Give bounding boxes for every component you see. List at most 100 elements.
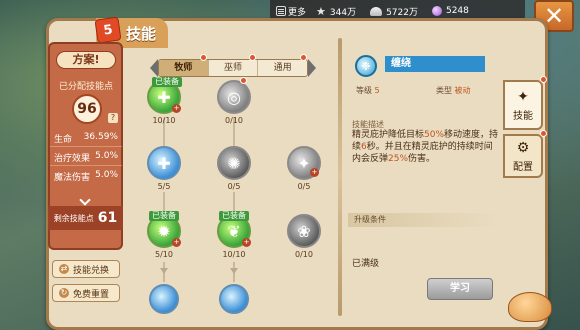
level-value: 5 bbox=[374, 86, 380, 95]
side-tab-skill[interactable]: ✦ 技能 bbox=[503, 80, 543, 130]
desc-text: 伤害。 bbox=[408, 154, 436, 164]
desc-highlight: 25% bbox=[388, 154, 409, 164]
tab-general[interactable]: 通用 bbox=[258, 60, 307, 76]
skill-level: 0/5 bbox=[297, 182, 311, 191]
stat-label: 魔法伤害 bbox=[54, 173, 91, 183]
panel-divider bbox=[338, 38, 342, 316]
divider bbox=[50, 146, 122, 147]
skill-level: 0/10 bbox=[225, 116, 243, 125]
notification-dot bbox=[540, 76, 547, 83]
class-tabs: 牧师 巫师 通用 bbox=[158, 59, 308, 77]
shell-icon bbox=[370, 6, 383, 16]
desc-text: 精灵庇护降低目标 bbox=[352, 130, 425, 140]
notification-dot bbox=[300, 54, 307, 61]
skill-node-2[interactable]: ◎ bbox=[217, 80, 251, 114]
ring-icon: ◎ bbox=[227, 87, 241, 107]
notification-dot bbox=[240, 77, 247, 84]
level-label: 等级 bbox=[356, 86, 372, 95]
tree-arrow bbox=[230, 268, 238, 274]
reset-icon: ↻ bbox=[59, 288, 69, 298]
skill-node-8[interactable]: ❀ bbox=[287, 214, 321, 248]
shell-value: 5722万 bbox=[386, 7, 418, 18]
skill-level-info: 等级 5 bbox=[356, 85, 380, 96]
burst-icon: ✦ bbox=[297, 153, 311, 173]
divider bbox=[50, 165, 122, 166]
reset-label: 免费重置 bbox=[73, 289, 110, 300]
allotted-label: 已分配技能点 bbox=[58, 82, 113, 92]
scheme-button[interactable]: 方案! bbox=[56, 51, 116, 69]
allotted-points: 96 bbox=[72, 94, 102, 124]
config-tab-icon: ⚙ bbox=[516, 139, 530, 156]
coin-value: 344万 bbox=[329, 7, 357, 18]
shell-counter: 5722万 bbox=[370, 5, 418, 18]
heal-plus-icon: ✚ bbox=[157, 87, 171, 107]
skill-level: 5/10 bbox=[155, 250, 173, 259]
side-tab-label: 配置 bbox=[513, 161, 533, 173]
coin-counter: ★ 344万 bbox=[316, 5, 356, 18]
free-reset-button[interactable]: ↻ 免费重置 bbox=[52, 284, 120, 302]
upgrade-condition-title: 升级条件 bbox=[348, 213, 498, 227]
skill-detail-icon: ❉ bbox=[355, 55, 377, 77]
more-label: 更多 bbox=[288, 7, 307, 18]
silhouette-icon: ✹ bbox=[157, 221, 171, 241]
stat-magic: 魔法伤害 5.0% bbox=[52, 170, 120, 183]
remaining-label: 剩余技能点 bbox=[53, 213, 94, 223]
more-button[interactable]: 更多 bbox=[276, 5, 306, 18]
desc-highlight: 50% bbox=[424, 130, 445, 140]
exchange-label: 技能兑换 bbox=[73, 265, 110, 276]
help-icon[interactable]: ? bbox=[108, 113, 118, 123]
stat-value: 5.0% bbox=[95, 151, 118, 161]
equipped-tag: 已装备 bbox=[219, 211, 249, 221]
stat-label: 生命 bbox=[54, 135, 73, 145]
tree-arrow bbox=[160, 268, 168, 274]
equipped-tag: 已装备 bbox=[152, 77, 182, 87]
remaining-value: 61 bbox=[97, 210, 118, 226]
stat-value: 5.0% bbox=[95, 170, 118, 180]
tab-priest[interactable]: 牧师 bbox=[159, 60, 209, 76]
menu-icon bbox=[276, 6, 286, 16]
max-level-text: 已满级 bbox=[352, 259, 380, 269]
upgrade-plus-icon: + bbox=[310, 168, 319, 177]
remaining-points: 剩余技能点 61 bbox=[48, 206, 123, 230]
title-badge: 5 bbox=[94, 16, 122, 44]
stat-heal: 治疗效果 5.0% bbox=[52, 151, 120, 164]
notification-dot bbox=[540, 130, 547, 137]
notification-dot bbox=[200, 54, 207, 61]
tree-link bbox=[163, 192, 165, 212]
side-tab-label: 技能 bbox=[513, 110, 533, 122]
tornado-icon: ✺ bbox=[227, 153, 241, 173]
flower-icon: ❀ bbox=[297, 221, 311, 241]
upgrade-plus-icon: + bbox=[172, 104, 181, 113]
skill-node-9[interactable] bbox=[149, 284, 179, 314]
gem-value: 5248 bbox=[445, 6, 469, 16]
notification-dot bbox=[249, 54, 256, 61]
stat-value: 36.59% bbox=[83, 132, 118, 142]
gem-icon bbox=[431, 6, 442, 16]
tree-link bbox=[233, 192, 235, 212]
pet-mascot bbox=[508, 292, 552, 322]
skill-description: 精灵庇护降低目标50%移动速度，持续6秒。并且在精灵庇护的持续时间内会反弹25%… bbox=[352, 129, 500, 165]
tab-wizard[interactable]: 巫师 bbox=[209, 60, 259, 76]
skill-node-4[interactable]: ✺ bbox=[217, 146, 251, 180]
skill-level: 0/5 bbox=[227, 182, 241, 191]
skill-exchange-button[interactable]: ⇄ 技能兑换 bbox=[52, 260, 120, 278]
skill-level: 5/5 bbox=[157, 182, 171, 191]
side-tab-config[interactable]: ⚙ 配置 bbox=[503, 134, 543, 178]
skill-node-10[interactable] bbox=[219, 284, 249, 314]
stat-label: 治疗效果 bbox=[54, 154, 91, 164]
skill-tab-icon: ✦ bbox=[517, 88, 529, 105]
equipped-tag: 已装备 bbox=[149, 211, 179, 221]
upgrade-plus-icon: + bbox=[172, 238, 181, 247]
skill-type-info: 类型 被动 bbox=[436, 85, 471, 96]
type-label: 类型 bbox=[436, 86, 452, 95]
vine-icon: ❦ bbox=[227, 221, 241, 241]
exchange-icon: ⇄ bbox=[59, 264, 69, 274]
skill-node-3[interactable]: ✚ bbox=[147, 146, 181, 180]
gem-counter: 5248 bbox=[431, 6, 469, 16]
skill-level: 0/10 bbox=[295, 250, 313, 259]
stat-hp: 生命 36.59% bbox=[52, 132, 120, 145]
learn-button[interactable]: 学习 bbox=[427, 278, 493, 300]
shield-plus-icon: ✚ bbox=[157, 153, 171, 173]
star-icon: ★ bbox=[316, 4, 326, 18]
skill-level: 10/10 bbox=[152, 116, 176, 125]
